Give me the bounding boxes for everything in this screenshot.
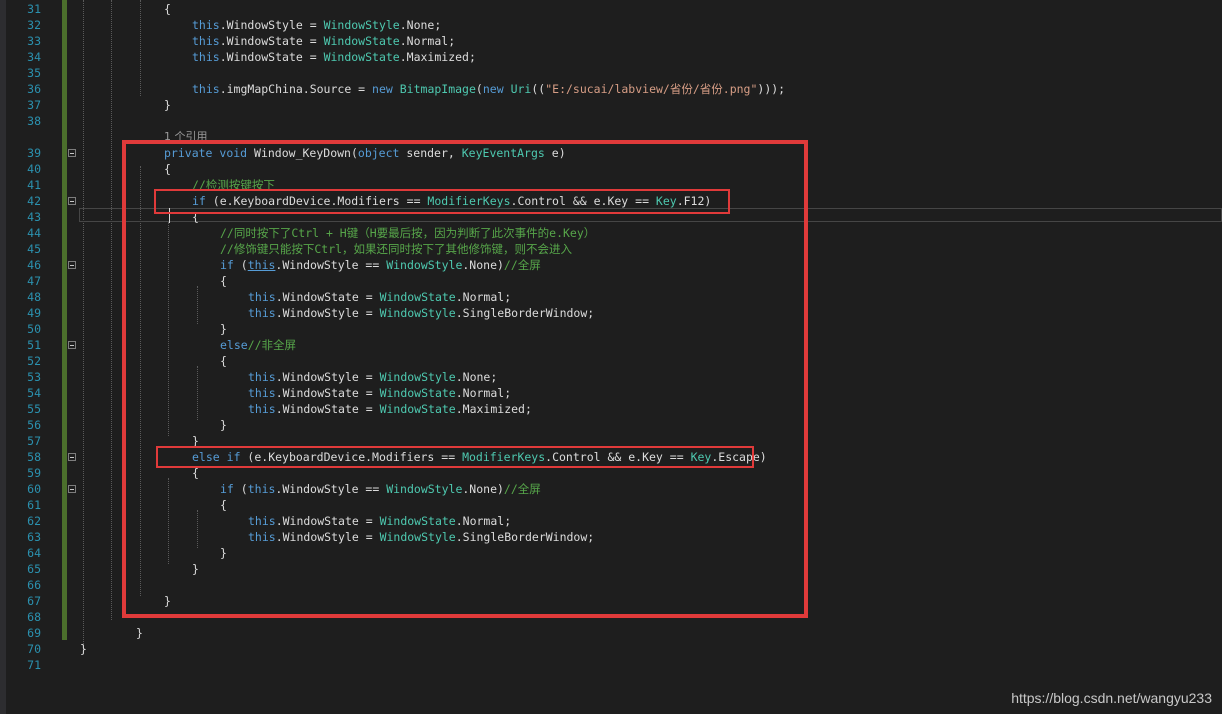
line-number: 38 (27, 114, 41, 128)
code-editor[interactable]: 31{32 this.WindowStyle = WindowStyle.None… (0, 0, 1222, 714)
line-number: 66 (27, 578, 41, 592)
line-number: 65 (27, 562, 41, 576)
line-number: 62 (27, 514, 41, 528)
code-text: } (80, 641, 87, 657)
code-token: new (482, 82, 504, 96)
line-number: 44 (27, 226, 41, 240)
line-number: 68 (27, 610, 41, 624)
code-token: .WindowState = (219, 34, 324, 48)
code-token: .None; (399, 18, 442, 32)
code-line: 35 (0, 65, 1222, 81)
code-text: this.WindowState = WindowState.Normal; (192, 33, 455, 49)
line-number: 32 (27, 18, 41, 32)
line-number: 71 (27, 658, 41, 672)
code-text: { (164, 1, 171, 17)
code-token: .WindowStyle = (219, 18, 324, 32)
code-token: this (192, 18, 220, 32)
code-line: 31 { (0, 1, 1222, 17)
line-number: 37 (27, 98, 41, 112)
line-number: 57 (27, 434, 41, 448)
line-number: 35 (27, 66, 41, 80)
line-number: 43 (27, 210, 41, 224)
code-token: this (192, 82, 220, 96)
line-number: 50 (27, 322, 41, 336)
line-number: 55 (27, 402, 41, 416)
code-token: WindowState (323, 34, 400, 48)
line-number: 51 (27, 338, 41, 352)
line-number: 56 (27, 418, 41, 432)
code-token: WindowStyle (323, 18, 400, 32)
line-number: 61 (27, 498, 41, 512)
code-text: this.imgMapChina.Source = new BitmapImag… (192, 81, 785, 97)
collapse-toggle-icon[interactable] (68, 453, 76, 461)
code-token: new (372, 82, 393, 96)
line-number: 31 (27, 2, 41, 16)
line-number: 49 (27, 306, 41, 320)
code-text: this.WindowStyle = WindowStyle.None; (192, 17, 441, 33)
line-number: 39 (27, 146, 41, 160)
code-token: ( (475, 82, 483, 96)
collapse-toggle-icon[interactable] (68, 485, 76, 493)
code-line: 34 this.WindowState = WindowState.Maximiz… (0, 49, 1222, 65)
code-token: WindowState (323, 50, 400, 64)
code-line: 37} (0, 97, 1222, 113)
line-number: 69 (27, 626, 41, 640)
collapse-toggle-icon[interactable] (68, 261, 76, 269)
code-token: ))); (757, 82, 786, 96)
code-text: this.WindowState = WindowState.Maximized… (192, 49, 476, 65)
line-number: 54 (27, 386, 41, 400)
line-number: 53 (27, 370, 41, 384)
line-number: 58 (27, 450, 41, 464)
code-token: } (164, 98, 171, 112)
code-line: 38 (0, 113, 1222, 129)
code-line: 33 this.WindowState = WindowState.Normal; (0, 33, 1222, 49)
code-token: } (136, 626, 143, 640)
line-number: 41 (27, 178, 41, 192)
code-token: (( (531, 82, 546, 96)
line-number: 42 (27, 194, 41, 208)
code-text: } (164, 97, 171, 113)
code-token: .imgMapChina.Source = (219, 82, 373, 96)
code-token: "E:/sucai/labview/省份/省份.png" (545, 82, 758, 96)
code-line: 69} (0, 625, 1222, 641)
code-token: .WindowState = (219, 50, 324, 64)
code-line: 70} (0, 641, 1222, 657)
line-number: 48 (27, 290, 41, 304)
code-token: BitmapImage (399, 82, 476, 96)
line-number: 59 (27, 466, 41, 480)
code-line: 32 this.WindowStyle = WindowStyle.None; (0, 17, 1222, 33)
line-number: 36 (27, 82, 41, 96)
line-number: 34 (27, 50, 41, 64)
code-token: Uri (510, 82, 532, 96)
code-line: 71 (0, 657, 1222, 673)
code-token: this (192, 50, 220, 64)
code-token: } (80, 642, 87, 656)
code-line: 36 this.imgMapChina.Source = new BitmapIm… (0, 81, 1222, 97)
collapse-toggle-icon[interactable] (68, 197, 76, 205)
code-token: { (164, 2, 171, 16)
collapse-toggle-icon[interactable] (68, 341, 76, 349)
code-token: .Normal; (399, 34, 456, 48)
line-number: 63 (27, 530, 41, 544)
line-number: 52 (27, 354, 41, 368)
line-number: 46 (27, 258, 41, 272)
line-number: 67 (27, 594, 41, 608)
line-number: 40 (27, 162, 41, 176)
line-number: 64 (27, 546, 41, 560)
code-token: .Maximized; (399, 50, 476, 64)
line-number: 60 (27, 482, 41, 496)
watermark: https://blog.csdn.net/wangyu233 (1011, 690, 1212, 706)
highlight-box-if-f12 (154, 189, 730, 214)
line-number: 45 (27, 242, 41, 256)
code-token: this (192, 34, 220, 48)
line-number: 33 (27, 34, 41, 48)
highlight-box-else-if-escape (156, 446, 754, 468)
code-text: } (136, 625, 143, 641)
collapse-toggle-icon[interactable] (68, 149, 76, 157)
line-number: 70 (27, 642, 41, 656)
line-number: 47 (27, 274, 41, 288)
